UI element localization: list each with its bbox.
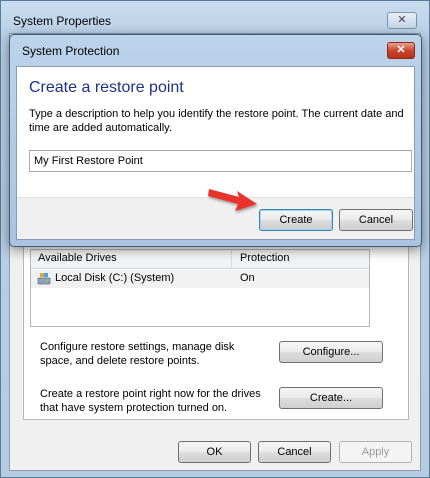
cancel-button[interactable]: Cancel [339,209,413,231]
red-arrow-annotation-icon [208,189,257,211]
dialog-title: System Protection [22,44,120,58]
system-protection-dialog: System Protection ✕ Create a restore poi… [9,34,422,247]
available-drives-list[interactable]: Available Drives Protection Local Disk (… [30,249,370,327]
window-title: System Properties [13,14,112,28]
column-header-protection[interactable]: Protection [240,252,290,264]
ok-button[interactable]: OK [178,441,251,463]
dialog-heading: Create a restore point [29,79,184,96]
close-icon[interactable]: ✕ [387,12,417,29]
configure-button[interactable]: Configure... [279,341,383,363]
apply-button[interactable]: Apply [339,441,412,463]
close-icon[interactable]: ✕ [387,42,415,59]
system-properties-titlebar[interactable]: System Properties ✕ [1,1,429,33]
column-header-drives[interactable]: Available Drives [38,252,117,264]
create-button[interactable]: Create [259,209,333,231]
drives-list-header: Available Drives Protection [31,250,369,269]
table-row[interactable]: Local Disk (C:) (System) On [31,270,369,288]
restore-point-description-input[interactable] [29,150,412,172]
dialog-instructions: Type a description to help you identify … [29,108,404,134]
cancel-button[interactable]: Cancel [258,441,331,463]
create-description: Create a restore point right now for the… [40,388,261,414]
create-restore-point-button[interactable]: Create... [279,387,383,409]
configure-description: Configure restore settings, manage disk … [40,341,235,367]
drive-name: Local Disk (C:) (System) [55,272,175,284]
dialog-content-area: Create a restore point Type a descriptio… [17,67,414,198]
column-divider [231,250,232,268]
drive-protection-status: On [240,272,255,284]
hard-drive-icon [37,273,51,285]
